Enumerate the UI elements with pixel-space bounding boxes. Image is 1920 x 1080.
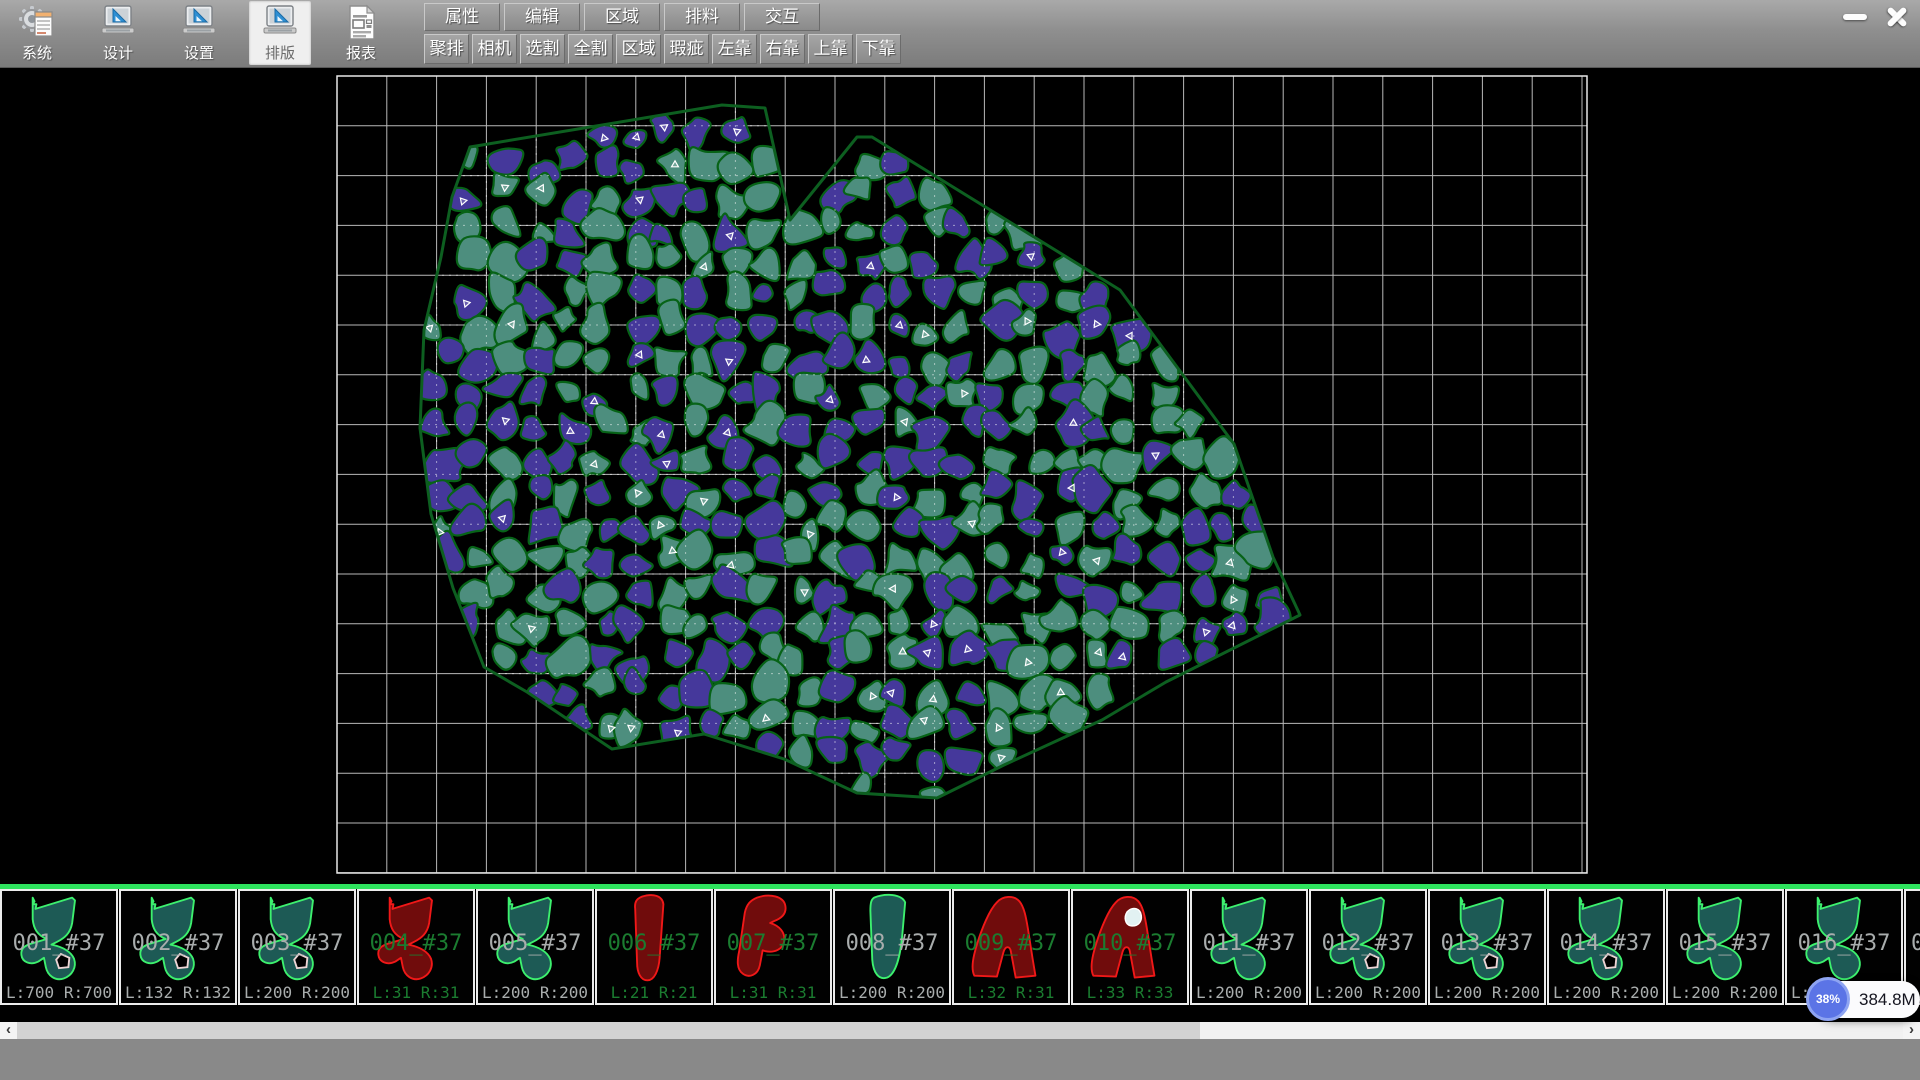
part-thumbnail[interactable]: 009_#37 L:32 R:31 <box>952 889 1070 1005</box>
app-button-system-normal[interactable]: 系统 <box>6 1 68 65</box>
app-button-design-normal[interactable]: 设置 <box>168 1 230 65</box>
part-lr-count: L:132 R:132 <box>121 983 235 1002</box>
system-icon <box>17 1 57 45</box>
menu-tab[interactable]: 排料 <box>664 3 740 31</box>
part-name: 001_#37 <box>2 931 116 956</box>
memory-percent-indicator: 38% <box>1806 977 1850 1021</box>
part-thumbnail[interactable]: 011_#37 L:200 R:200 <box>1190 889 1308 1005</box>
part-thumbnail[interactable]: 003_#37 L:200 R:200 <box>238 889 356 1005</box>
part-thumbnail[interactable]: 008_#37 L:200 R:200 <box>833 889 951 1005</box>
part-lr-count: L:200 R:200 <box>1430 983 1544 1002</box>
tool-button[interactable]: 选割 <box>520 34 565 64</box>
part-lr-count: L:200 R:200 <box>1192 983 1306 1002</box>
part-thumbnail[interactable]: 007_#37 L:31 R:31 <box>714 889 832 1005</box>
part-lr-count: L:32 R:31 <box>954 983 1068 1002</box>
part-thumbnail[interactable]: 005_#37 L:200 R:200 <box>476 889 594 1005</box>
app-button-label: 设计 <box>103 45 133 63</box>
part-name: 014_#37 <box>1549 931 1663 956</box>
parts-strip: 001_#37 L:700 R:700 002_#37 L:132 R:132 … <box>0 884 1920 1005</box>
part-name: 015_#37 <box>1668 931 1782 956</box>
tool-button[interactable]: 瑕疵 <box>664 34 709 64</box>
tool-button[interactable]: 相机 <box>472 34 517 64</box>
app-button-label: 报表 <box>346 45 376 63</box>
part-lr-count: L:700 R:700 <box>2 983 116 1002</box>
part-name: 0 <box>1906 931 1920 956</box>
part-thumbnail[interactable]: 014_#37 L:200 R:200 <box>1547 889 1665 1005</box>
part-thumbnail[interactable]: 015_#37 L:200 R:200 <box>1666 889 1784 1005</box>
part-name: 002_#37 <box>121 931 235 956</box>
part-name: 007_#37 <box>716 931 830 956</box>
menu-tab[interactable]: 编辑 <box>504 3 580 31</box>
part-name: 004_#37 <box>359 931 473 956</box>
part-name: 012_#37 <box>1311 931 1425 956</box>
part-lr-count: L:31 R:31 <box>359 983 473 1002</box>
part-name: 010_#37 <box>1073 931 1187 956</box>
part-lr-count: L:200 R:200 <box>1668 983 1782 1002</box>
window-controls <box>1840 4 1912 30</box>
part-name: 011_#37 <box>1192 931 1306 956</box>
part-lr-count: L:200 R:200 <box>835 983 949 1002</box>
part-name: 006_#37 <box>597 931 711 956</box>
minimize-button[interactable] <box>1840 4 1870 30</box>
part-name: 013_#37 <box>1430 931 1544 956</box>
app-button-label: 排版 <box>265 45 295 63</box>
tool-button[interactable]: 区域 <box>616 34 661 64</box>
minimize-icon <box>1843 14 1867 20</box>
window-bottom-margin <box>0 1039 1920 1080</box>
part-lr-count: L:21 R:21 <box>597 983 711 1002</box>
parts-list: 001_#37 L:700 R:700 002_#37 L:132 R:132 … <box>0 889 1920 1005</box>
tool-button[interactable]: 下靠 <box>856 34 901 64</box>
app-button-design-normal[interactable]: 设计 <box>87 1 149 65</box>
part-lr-count: L:200 R:200 <box>240 983 354 1002</box>
design-icon <box>260 1 300 45</box>
part-lr-count: L:200 R:200 <box>1311 983 1425 1002</box>
part-thumbnail[interactable]: 004_#37 L:31 R:31 <box>357 889 475 1005</box>
app-launcher: 系统 设计 设置 排版 报表 <box>6 1 411 66</box>
ribbon-toolbar: 系统设计设置排版报表 属性编辑区域排料交互 聚排相机选割全割区域瑕疵左靠右靠上靠… <box>0 0 1920 68</box>
part-name: 005_#37 <box>478 931 592 956</box>
application-window: 系统设计设置排版报表 属性编辑区域排料交互 聚排相机选割全割区域瑕疵左靠右靠上靠… <box>0 0 1920 1080</box>
menu-tab-bar: 属性编辑区域排料交互 <box>424 3 820 31</box>
part-thumbnail[interactable]: 012_#37 L:200 R:200 <box>1309 889 1427 1005</box>
app-button-report-normal[interactable]: 报表 <box>330 1 392 65</box>
part-name: 003_#37 <box>240 931 354 956</box>
tool-button[interactable]: 上靠 <box>808 34 853 64</box>
scroll-right-arrow-icon[interactable]: › <box>1903 1022 1920 1039</box>
menu-tab[interactable]: 交互 <box>744 3 820 31</box>
tool-button[interactable]: 聚排 <box>424 34 469 64</box>
menu-tab[interactable]: 属性 <box>424 3 500 31</box>
part-thumbnail[interactable]: 013_#37 L:200 R:200 <box>1428 889 1546 1005</box>
app-button-label: 系统 <box>22 45 52 63</box>
tool-button[interactable]: 左靠 <box>712 34 757 64</box>
tool-button-bar: 聚排相机选割全割区域瑕疵左靠右靠上靠下靠 <box>424 34 901 64</box>
part-thumbnail[interactable]: 001_#37 L:700 R:700 <box>0 889 118 1005</box>
app-button-design-selected[interactable]: 排版 <box>249 1 311 65</box>
design-icon <box>98 1 138 45</box>
part-lr-count: L:31 R:31 <box>716 983 830 1002</box>
part-thumbnail[interactable]: 006_#37 L:21 R:21 <box>595 889 713 1005</box>
part-lr-count: L:200 R:200 <box>478 983 592 1002</box>
part-lr-count: L:33 R:33 <box>1073 983 1187 1002</box>
close-button[interactable] <box>1882 4 1912 30</box>
app-button-label: 设置 <box>184 45 214 63</box>
horizontal-scrollbar[interactable]: ‹ › <box>0 1022 1920 1039</box>
part-name: 009_#37 <box>954 931 1068 956</box>
part-thumbnail[interactable]: 010_#37 L:33 R:33 <box>1071 889 1189 1005</box>
report-icon <box>341 1 381 45</box>
menu-tab[interactable]: 区域 <box>584 3 660 31</box>
part-name: 016_#37 <box>1787 931 1901 956</box>
memory-badge: 38% 384.8M <box>1806 977 1920 1021</box>
tool-button[interactable]: 右靠 <box>760 34 805 64</box>
part-name: 008_#37 <box>835 931 949 956</box>
design-icon <box>179 1 219 45</box>
tool-button[interactable]: 全割 <box>568 34 613 64</box>
scroll-left-arrow-icon[interactable]: ‹ <box>0 1022 17 1039</box>
part-lr-count: L:200 R:200 <box>1549 983 1663 1002</box>
part-thumbnail[interactable]: 002_#37 L:132 R:132 <box>119 889 237 1005</box>
scrollbar-thumb[interactable] <box>17 1022 1200 1039</box>
